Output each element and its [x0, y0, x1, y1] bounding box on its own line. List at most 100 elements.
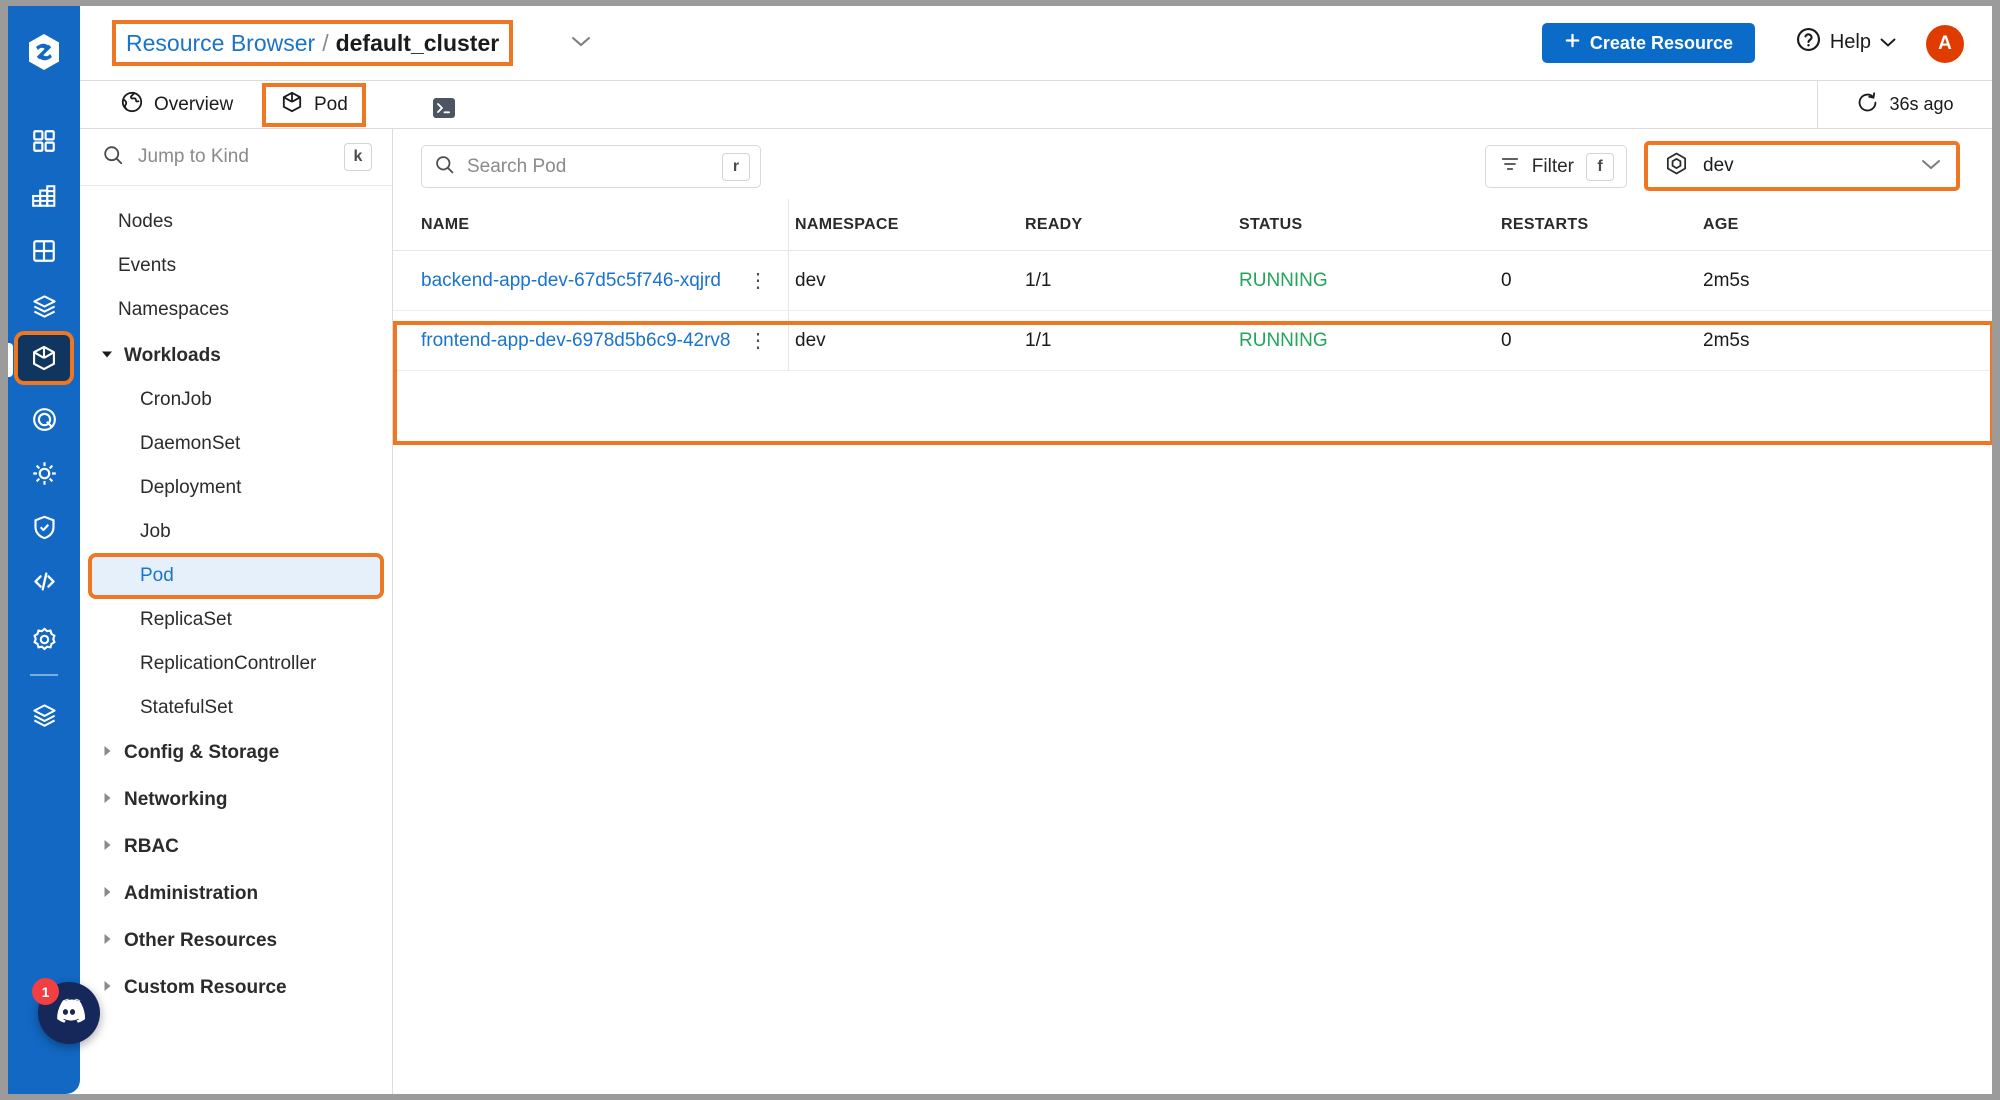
- breadcrumb[interactable]: Resource Browser / default_cluster: [112, 20, 514, 66]
- helm-wheel-icon: [31, 460, 58, 487]
- rail-item-packages[interactable]: [18, 283, 70, 329]
- kind-tree-sidebar: Jump to Kind k Nodes Events Namespaces W…: [80, 129, 393, 1094]
- kebab-menu-icon[interactable]: ⋮: [748, 331, 768, 351]
- help-menu-button[interactable]: Help: [1795, 26, 1897, 59]
- rail-item-code[interactable]: [18, 558, 70, 604]
- column-header-age[interactable]: AGE: [1703, 216, 1739, 234]
- chevron-down-icon[interactable]: [570, 34, 592, 53]
- rail-item-metrics[interactable]: [18, 173, 70, 219]
- column-divider: [788, 199, 789, 250]
- table-row[interactable]: frontend-app-dev-6978d5b6c9-42rv8 ⋮ dev …: [393, 311, 1992, 371]
- sidebar-item-label: Nodes: [118, 211, 173, 232]
- rail-item-tables[interactable]: [18, 228, 70, 274]
- sidebar-item-label: Namespaces: [118, 299, 229, 320]
- sidebar-item-events[interactable]: Events: [92, 247, 380, 285]
- filter-label: Filter: [1531, 155, 1574, 177]
- refresh-button[interactable]: 36s ago: [1817, 81, 1992, 128]
- sidebar-group-workloads[interactable]: Workloads: [92, 337, 380, 375]
- sidebar-item-daemonset[interactable]: DaemonSet: [92, 425, 380, 463]
- question-circle-icon: [1795, 26, 1822, 59]
- app-window: 1 Resource Browser / default_cluster Cre…: [8, 6, 1992, 1094]
- rail-divider: [30, 674, 58, 676]
- sidebar-group-label: Networking: [124, 789, 228, 810]
- refresh-label: 36s ago: [1889, 94, 1954, 114]
- rail-item-security[interactable]: [18, 504, 70, 550]
- stacked-boxes-icon: [31, 293, 58, 320]
- caret-right-icon: [100, 789, 116, 811]
- caret-right-icon: [100, 883, 116, 905]
- table-row[interactable]: backend-app-dev-67d5c5f746-xqjrd ⋮ dev 1…: [393, 251, 1992, 311]
- sidebar-item-cronjob[interactable]: CronJob: [92, 381, 380, 419]
- plus-icon: [1564, 32, 1581, 54]
- sidebar-item-statefulset[interactable]: StatefulSet: [92, 689, 380, 727]
- hexagon-namespace-icon: [1664, 151, 1689, 181]
- discord-notification-badge: 1: [32, 978, 59, 1005]
- rail-item-layers[interactable]: [18, 692, 70, 738]
- filter-shortcut: f: [1586, 152, 1614, 181]
- sidebar-item-job[interactable]: Job: [92, 513, 380, 551]
- pod-ready: 1/1: [1025, 269, 1052, 291]
- sidebar-group-label: Config & Storage: [124, 742, 280, 763]
- tab-pod[interactable]: Pod: [262, 83, 366, 127]
- column-header-name[interactable]: NAME: [421, 216, 469, 234]
- sidebar-group-label: Workloads: [124, 345, 221, 366]
- column-header-namespace[interactable]: NAMESPACE: [795, 216, 899, 234]
- status-badge: RUNNING: [1239, 329, 1328, 351]
- search-input[interactable]: Search Pod r: [421, 145, 761, 188]
- sidebar-group-config-storage[interactable]: Config & Storage: [92, 734, 380, 772]
- rail-item-resource-browser[interactable]: [18, 335, 70, 381]
- caret-right-icon: [100, 977, 116, 999]
- jump-to-kind-input[interactable]: Jump to Kind k: [80, 129, 392, 186]
- sidebar-group-rbac[interactable]: RBAC: [92, 828, 380, 866]
- status-badge: RUNNING: [1239, 269, 1328, 291]
- sidebar-group-administration[interactable]: Administration: [92, 875, 380, 913]
- sidebar-item-label: CronJob: [140, 389, 212, 410]
- breadcrumb-link-resource-browser[interactable]: Resource Browser: [126, 30, 315, 57]
- column-divider: [788, 251, 789, 310]
- tab-overview[interactable]: Overview: [120, 85, 233, 125]
- breadcrumb-separator: /: [322, 29, 329, 56]
- sidebar-group-label: Other Resources: [124, 930, 278, 951]
- app-logo-icon[interactable]: [24, 32, 64, 72]
- pod-restarts: 0: [1501, 269, 1512, 291]
- sidebar-group-custom-resource[interactable]: Custom Resource: [92, 969, 380, 1007]
- column-header-ready[interactable]: READY: [1025, 216, 1083, 234]
- sidebar-item-namespaces[interactable]: Namespaces: [92, 291, 380, 329]
- column-header-status[interactable]: STATUS: [1239, 216, 1302, 234]
- refresh-icon: [1856, 91, 1879, 119]
- avatar[interactable]: A: [1926, 25, 1964, 63]
- sidebar-group-label: RBAC: [124, 836, 179, 857]
- resource-tab-bar: Overview Pod 36s ago: [80, 81, 1992, 129]
- column-header-restarts[interactable]: RESTARTS: [1501, 216, 1588, 234]
- sidebar-item-nodes[interactable]: Nodes: [92, 203, 380, 241]
- rail-item-settings[interactable]: [18, 616, 70, 662]
- sidebar-item-label: ReplicationController: [140, 653, 317, 674]
- globe-icon: [120, 90, 144, 120]
- pod-age: 2m5s: [1703, 329, 1750, 351]
- rail-item-helm[interactable]: [18, 450, 70, 496]
- create-resource-button[interactable]: Create Resource: [1541, 23, 1755, 63]
- sidebar-item-deployment[interactable]: Deployment: [92, 469, 380, 507]
- pod-namespace: dev: [795, 269, 826, 291]
- top-header: Resource Browser / default_cluster Creat…: [80, 6, 1992, 81]
- pod-name-link[interactable]: backend-app-dev-67d5c5f746-xqjrd: [421, 270, 721, 292]
- terminal-icon[interactable]: [432, 97, 456, 119]
- resource-list-panel: Search Pod r Filter f dev NAME NAMESPACE…: [393, 129, 1992, 1094]
- rail-item-targets[interactable]: [18, 396, 70, 442]
- kebab-menu-icon[interactable]: ⋮: [748, 271, 768, 291]
- rail-item-dashboard[interactable]: [18, 118, 70, 164]
- namespace-select[interactable]: dev: [1644, 141, 1960, 191]
- sidebar-group-networking[interactable]: Networking: [92, 781, 380, 819]
- pod-name-link[interactable]: frontend-app-dev-6978d5b6c9-42rv8: [421, 330, 731, 352]
- sidebar-group-other-resources[interactable]: Other Resources: [92, 922, 380, 960]
- caret-down-icon: [100, 345, 116, 367]
- gear-icon: [31, 626, 58, 653]
- sidebar-item-replicaset[interactable]: ReplicaSet: [92, 601, 380, 639]
- filter-button[interactable]: Filter f: [1484, 145, 1627, 188]
- table-header-row: NAME NAMESPACE READY STATUS RESTARTS AGE: [393, 199, 1992, 251]
- sidebar-item-replicationcontroller[interactable]: ReplicationController: [92, 645, 380, 683]
- discord-icon: [52, 998, 86, 1029]
- target-circle-icon: [31, 406, 58, 433]
- discord-support-button[interactable]: 1: [32, 978, 100, 1044]
- sidebar-item-pod[interactable]: Pod: [92, 557, 380, 595]
